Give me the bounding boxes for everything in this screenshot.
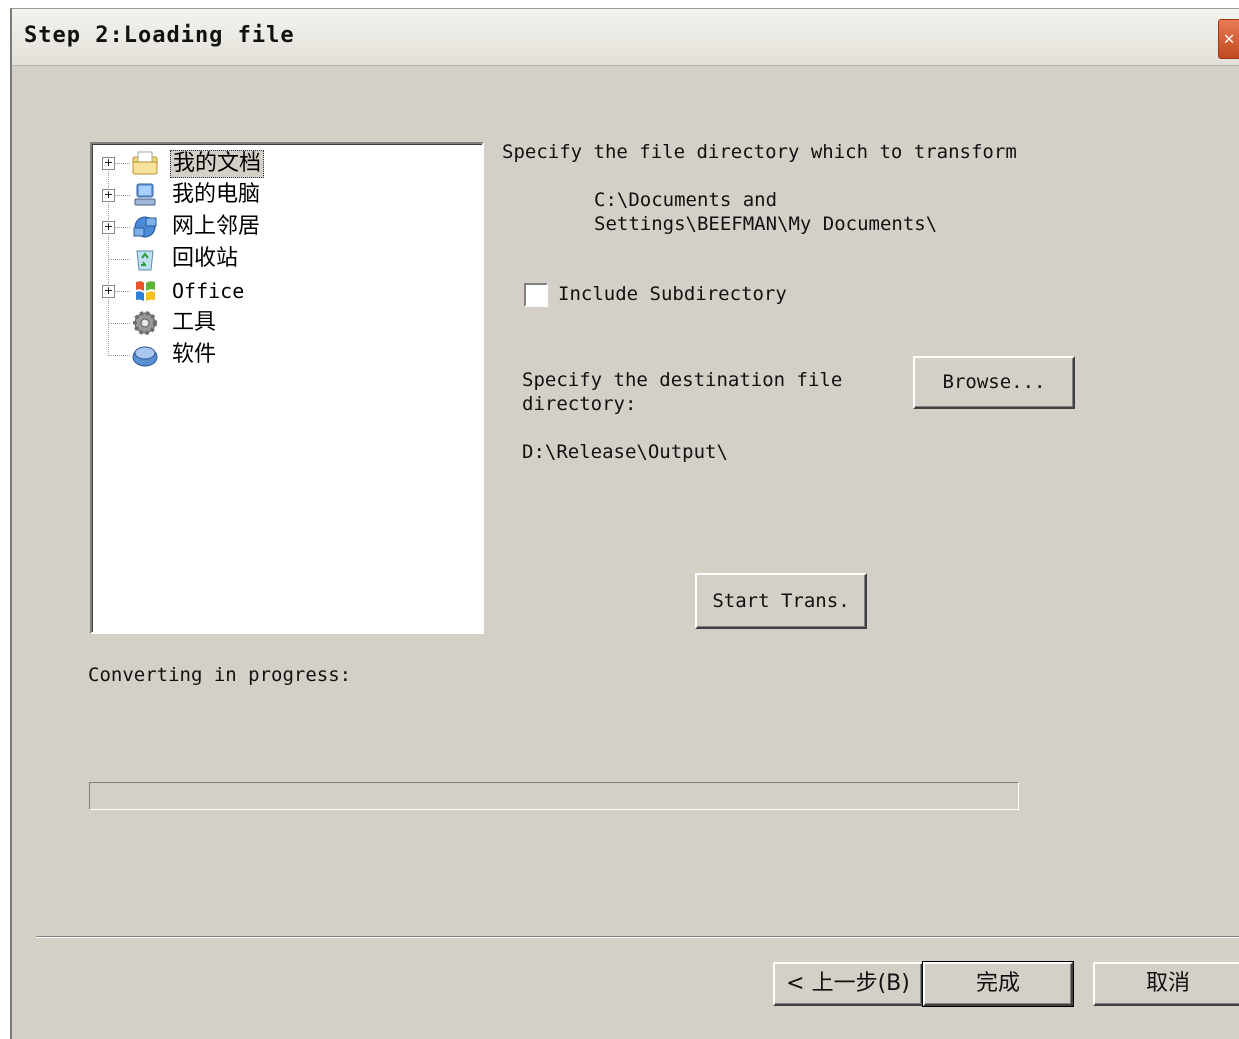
footer-separator [36,936,1239,938]
window-title: Step 2:Loading file [24,23,295,48]
tree-item-network-places[interactable]: + 网上邻居 [92,212,472,242]
tree-connector [114,227,130,228]
tree-item-my-documents[interactable]: + 我的文档 [92,148,472,178]
close-icon[interactable]: ✕ [1218,19,1239,59]
include-subdirectory-checkbox[interactable] [524,283,548,307]
tree-item-recycle-bin[interactable]: 回收站 [92,244,472,274]
tree-item-label: 工具 [172,310,217,335]
title-bar[interactable]: Step 2:Loading file ✕ [12,9,1239,66]
source-prompt: Specify the file directory which to tran… [502,141,1017,163]
wizard-window: Step 2:Loading file ✕ + 我的文档 + 我的电脑 + 网上… [10,8,1239,1039]
tree-item-tools[interactable]: 工具 [92,308,472,338]
back-button[interactable]: < 上一步(B) [773,962,923,1006]
tree-connector [114,291,130,292]
tree-item-label: 回收站 [172,246,239,271]
browse-button[interactable]: Browse... [913,356,1075,409]
recycle-bin-icon [136,250,154,271]
conversion-progress-bar [89,782,1019,810]
tree-connector [114,163,130,164]
tree-item-label: 软件 [172,342,217,367]
finish-button[interactable]: 完成 [922,961,1074,1007]
network-places-icon [133,216,157,238]
my-computer-icon [134,183,156,206]
tree-item-label: Office [172,279,245,303]
tree-connector [108,259,130,260]
tree-item-label: 网上邻居 [172,214,261,239]
tree-connector [108,323,130,324]
tree-connector [114,195,130,196]
tree-item-my-computer[interactable]: + 我的电脑 [92,180,472,210]
destination-prompt-line1: Specify the destination file [522,369,843,391]
tree-connector [108,355,130,356]
tree-item-software[interactable]: 软件 [92,340,472,370]
source-path-line2: Settings\BEEFMAN\My Documents\ [594,213,938,235]
tree-item-label: 我的电脑 [172,182,261,207]
folder-tree[interactable]: + 我的文档 + 我的电脑 + 网上邻居 回收站 + Office 工具 软件 [90,142,484,634]
office-folder-icon [136,281,155,301]
include-subdirectory-label[interactable]: Include Subdirectory [558,282,787,306]
cancel-button[interactable]: 取消 [1093,962,1239,1006]
progress-label: Converting in progress: [88,664,352,686]
tree-item-office[interactable]: + Office [92,276,472,306]
tools-gear-icon [133,311,157,335]
source-path-line1: C:\Documents and [594,189,778,211]
destination-path: D:\Release\Output\ [522,441,728,463]
software-disc-icon [132,346,158,367]
destination-prompt-line2: directory: [522,393,637,415]
start-trans-button[interactable]: Start Trans. [695,573,867,629]
tree-item-label: 我的文档 [170,150,265,178]
my-documents-icon [132,151,158,175]
